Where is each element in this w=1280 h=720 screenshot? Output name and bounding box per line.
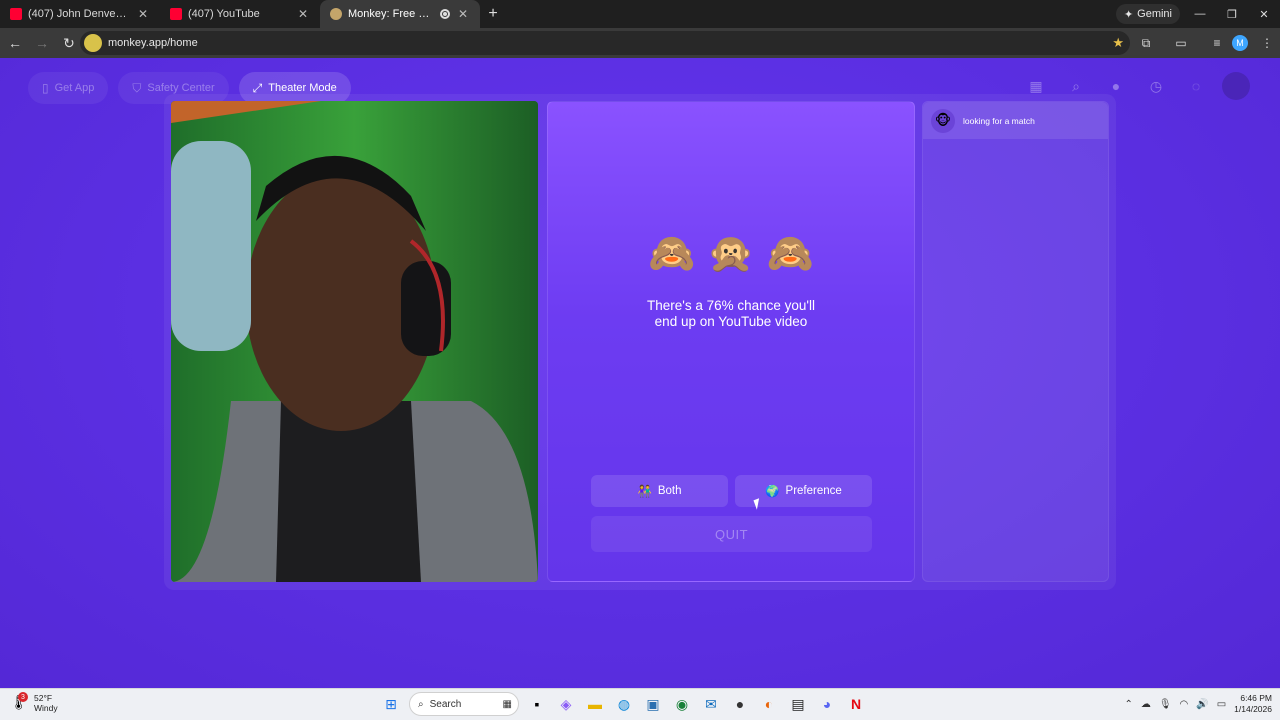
volume-icon[interactable]: 🔊 xyxy=(1196,699,1208,710)
battery-icon[interactable]: ▭ xyxy=(1217,699,1226,710)
menu-icon[interactable]: ⋮ xyxy=(1258,34,1276,52)
close-window-button[interactable]: ✕ xyxy=(1248,0,1280,28)
netflix-icon[interactable]: N xyxy=(845,692,867,716)
discord-icon[interactable]: ◕ xyxy=(816,692,838,716)
see-no-evil-monkey-icon: 🙈 xyxy=(648,233,696,275)
forward-icon[interactable]: → xyxy=(30,31,54,55)
new-tab-button[interactable]: + xyxy=(480,0,506,28)
globe-icon: 🌍 xyxy=(765,486,780,498)
system-tray: ⌃ ☁ 🎙 ◠ 🔊 ▭ 6:46 PM 1/14/2026 xyxy=(1124,693,1272,715)
reload-icon[interactable]: ↻ xyxy=(57,31,81,55)
search-label: Search xyxy=(429,698,462,710)
outlook-icon[interactable]: ✉ xyxy=(700,692,722,716)
windows-taskbar: 🌡 3 52°F Windy ⊞ ⌕ Search ▦ ▪ ◈ ▬ ◍ ▣ ◉ … xyxy=(0,688,1280,720)
tab-title: (407) John Denver - Take Me Ho xyxy=(28,8,130,20)
copilot-icon[interactable]: ◈ xyxy=(555,692,577,716)
task-view-icon[interactable]: ▪ xyxy=(526,692,548,716)
minimize-button[interactable]: — xyxy=(1184,0,1216,28)
youtube-icon xyxy=(10,8,22,20)
temperature: 52°F xyxy=(34,693,53,703)
search-highlight-icon: ▦ xyxy=(502,698,512,710)
address-bar-row: ← → ↻ monkey.app/home ★ xyxy=(0,28,1280,58)
microphone-icon[interactable]: 🎙 xyxy=(1159,699,1172,710)
close-tab-icon[interactable]: ✕ xyxy=(296,7,310,21)
history-icon[interactable]: ◷ xyxy=(1142,72,1170,100)
restore-button[interactable]: ❐ xyxy=(1216,0,1248,28)
match-panel: 🙈 🙊 🙈 There's a 76% chance you'll end up… xyxy=(547,101,915,582)
youtube-chance-text: There's a 76% chance you'll end up on Yo… xyxy=(548,298,914,330)
match-status: looking for a match xyxy=(963,115,1035,126)
gemini-label: Gemini xyxy=(1137,8,1172,20)
chat-header: 🐵 looking for a match xyxy=(923,102,1108,139)
url-text: monkey.app/home xyxy=(108,37,198,49)
gender-filter-button[interactable]: 👫 Both xyxy=(591,475,728,507)
gemini-button[interactable]: ✦ Gemini xyxy=(1115,4,1180,24)
chat-icon[interactable]: ◌ xyxy=(1182,72,1210,100)
shield-icon: ⛉ xyxy=(132,80,142,95)
see-no-evil-monkey-icon: 🙈 xyxy=(766,233,814,275)
get-app-button[interactable]: ▯ Get App xyxy=(28,72,109,104)
browser-tabbar: (407) John Denver - Take Me Ho ✕ (407) Y… xyxy=(0,0,1280,28)
preference-label: Preference xyxy=(785,485,842,497)
date: 1/14/2026 xyxy=(1234,704,1272,714)
monkey-avatar-icon: 🐵 xyxy=(931,108,955,133)
edge-icon[interactable]: ◍ xyxy=(613,692,635,716)
chrome-icon[interactable]: ◉ xyxy=(671,692,693,716)
get-app-label: Get App xyxy=(54,82,95,94)
speak-no-evil-monkey-icon: 🙊 xyxy=(707,233,755,275)
youtube-icon xyxy=(170,8,182,20)
taskbar-search[interactable]: ⌕ Search ▦ xyxy=(409,692,519,716)
chat-panel: 🐵 looking for a match xyxy=(922,101,1109,582)
epic-games-icon[interactable]: ▤ xyxy=(787,692,809,716)
weather-badge: 3 xyxy=(18,692,28,702)
extensions-icon[interactable]: ⧉ xyxy=(1137,34,1155,52)
self-video-feed xyxy=(171,101,538,582)
weather-widget[interactable]: 🌡 3 52°F Windy xyxy=(10,692,58,713)
tab-title: (407) YouTube xyxy=(188,8,260,20)
bookmark-star-icon[interactable]: ★ xyxy=(1112,35,1124,51)
photos-icon[interactable]: ▣ xyxy=(642,692,664,716)
cast-icon[interactable]: ▭ xyxy=(1172,34,1190,52)
chevron-up-icon[interactable]: ⌃ xyxy=(1124,699,1132,710)
recording-icon xyxy=(440,9,450,19)
gemini-icon: ✦ xyxy=(1123,8,1134,21)
monkey-icon xyxy=(330,8,342,20)
close-tab-icon[interactable]: ✕ xyxy=(456,7,470,21)
tab-title: Monkey: Free Live Video Ch xyxy=(348,8,434,20)
site-info-icon[interactable] xyxy=(84,34,102,52)
couple-icon: 👫 xyxy=(637,486,652,498)
profile-avatar[interactable]: M xyxy=(1232,35,1248,51)
safety-center-label: Safety Center xyxy=(147,82,215,94)
media-control-icon[interactable]: ≡ xyxy=(1208,34,1226,52)
search-icon: ⌕ xyxy=(418,698,424,710)
onedrive-icon[interactable]: ☁ xyxy=(1141,699,1151,710)
theater-mode-label: Theater Mode xyxy=(268,82,337,94)
weather-icon: 🌡 3 xyxy=(10,692,28,710)
file-explorer-icon[interactable]: ▬ xyxy=(584,692,606,716)
tab-john-denver[interactable]: (407) John Denver - Take Me Ho ✕ xyxy=(0,0,160,28)
back-icon[interactable]: ← xyxy=(3,31,27,55)
phone-icon: ▯ xyxy=(42,81,49,95)
firefox-icon[interactable]: ◐ xyxy=(758,692,780,716)
user-avatar[interactable] xyxy=(1222,72,1250,100)
chance-line-2: end up on YouTube video xyxy=(654,314,808,329)
taskbar-apps: ⊞ ⌕ Search ▦ ▪ ◈ ▬ ◍ ▣ ◉ ✉ ● ◐ ▤ ◕ N xyxy=(380,692,867,716)
time: 6:46 PM xyxy=(1240,693,1272,703)
quit-button[interactable]: QUIT xyxy=(591,516,872,552)
windows-start-icon[interactable]: ⊞ xyxy=(380,692,402,716)
weather-condition: Windy xyxy=(34,703,58,713)
monkey-emojis: 🙈 🙊 🙈 xyxy=(548,232,914,276)
close-tab-icon[interactable]: ✕ xyxy=(136,7,150,21)
gender-filter-label: Both xyxy=(657,485,682,497)
tab-monkey[interactable]: Monkey: Free Live Video Ch ✕ xyxy=(320,0,480,28)
chance-line-1: There's a 76% chance you'll xyxy=(647,298,815,313)
app-icon[interactable]: ● xyxy=(729,692,751,716)
wifi-icon[interactable]: ◠ xyxy=(1180,699,1189,710)
webcam-image xyxy=(171,101,538,582)
url-bar[interactable]: monkey.app/home ★ xyxy=(80,31,1130,55)
clock[interactable]: 6:46 PM 1/14/2026 xyxy=(1234,693,1272,715)
tab-youtube[interactable]: (407) YouTube ✕ xyxy=(160,0,320,28)
